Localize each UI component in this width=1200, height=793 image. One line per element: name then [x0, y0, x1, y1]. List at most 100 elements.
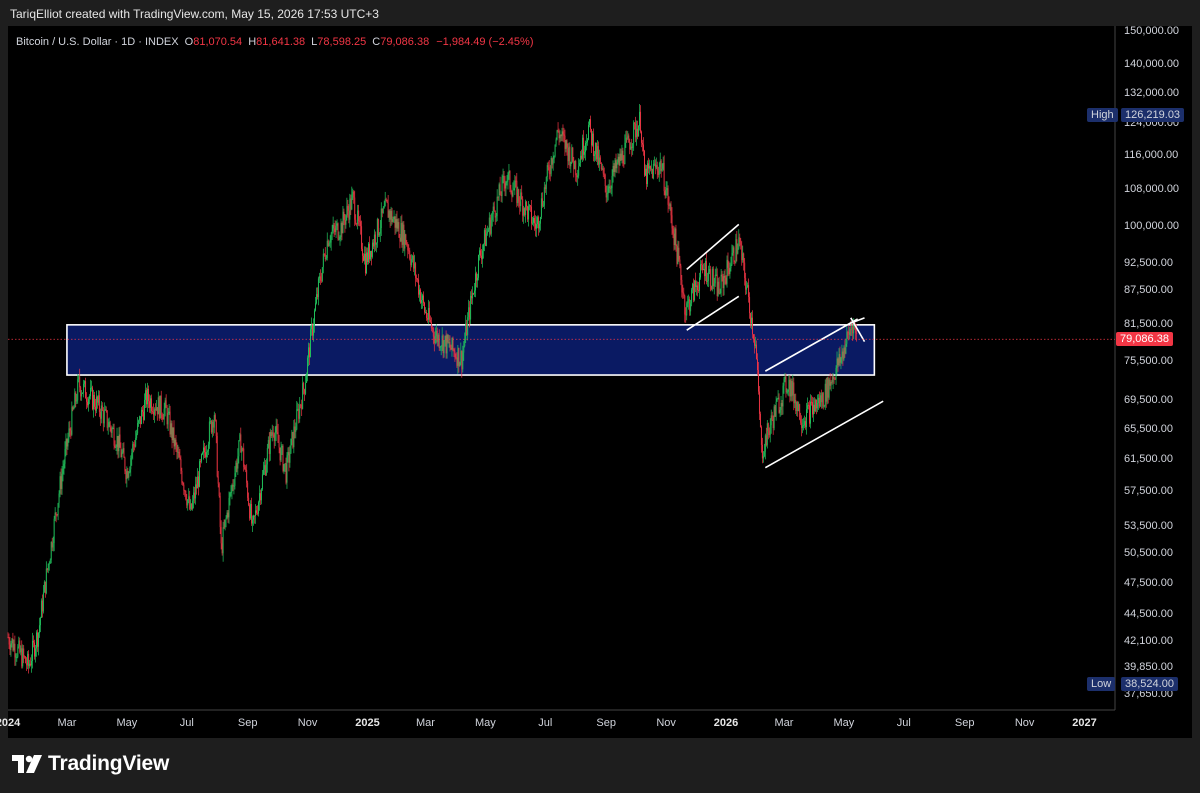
candle	[566, 138, 568, 156]
candle	[635, 116, 637, 143]
candle	[748, 278, 750, 303]
candle	[244, 464, 246, 470]
candle	[128, 471, 130, 481]
candle	[686, 301, 688, 321]
candle	[148, 394, 150, 413]
candle	[283, 464, 285, 475]
candle	[214, 413, 216, 422]
candle	[505, 180, 507, 197]
candle	[135, 430, 137, 448]
candle	[118, 427, 120, 458]
candle	[745, 272, 747, 295]
candle	[649, 165, 651, 172]
candle	[186, 494, 188, 509]
candle	[734, 260, 736, 266]
candle	[404, 229, 406, 257]
candle	[390, 206, 392, 227]
candle	[182, 481, 184, 486]
candle	[392, 216, 394, 223]
candle	[699, 272, 700, 300]
candle	[274, 426, 276, 447]
price-tick-label: 132,000.00	[1124, 86, 1180, 99]
candle	[664, 186, 666, 199]
candle	[264, 459, 266, 477]
candle	[276, 419, 278, 435]
candle	[152, 403, 154, 421]
price-tick-label: 57,500.00	[1124, 485, 1173, 498]
candle	[484, 224, 486, 247]
candle	[241, 445, 243, 461]
candle	[30, 657, 32, 667]
candle	[155, 399, 157, 412]
candle	[132, 441, 134, 460]
candle	[814, 398, 816, 413]
candle	[257, 505, 258, 516]
candle	[643, 137, 644, 156]
candle	[692, 282, 694, 294]
candle	[846, 324, 848, 347]
candle	[198, 471, 200, 496]
candle	[21, 640, 23, 669]
candle	[508, 163, 510, 180]
candle	[381, 208, 383, 218]
candle	[701, 260, 702, 271]
candle	[263, 458, 265, 475]
candle	[487, 227, 489, 233]
candle	[414, 254, 416, 276]
candle	[324, 247, 326, 262]
candle	[770, 409, 772, 434]
high-key: H	[248, 36, 257, 48]
candle	[453, 348, 455, 357]
candle	[79, 368, 81, 393]
candle	[206, 449, 208, 458]
candle	[622, 147, 624, 167]
candle	[825, 377, 827, 408]
candle	[217, 470, 219, 488]
candle	[253, 514, 255, 526]
tradingview-logo[interactable]: TradingView	[12, 752, 169, 776]
candle	[728, 261, 730, 276]
candle	[688, 294, 690, 310]
candle	[690, 299, 692, 316]
candle	[362, 242, 364, 263]
candle	[804, 415, 806, 429]
candle	[311, 317, 312, 336]
candle	[266, 443, 268, 473]
candle	[37, 629, 38, 652]
candle	[388, 209, 390, 223]
candle	[349, 193, 351, 228]
candle	[746, 281, 748, 295]
price-tick-label: 69,500.00	[1124, 394, 1173, 407]
candle	[595, 142, 597, 162]
candle	[769, 418, 771, 443]
candle	[236, 458, 238, 473]
candle	[308, 342, 310, 367]
candle	[240, 427, 242, 453]
candle	[818, 391, 820, 409]
candle	[626, 130, 628, 143]
candle	[678, 241, 680, 262]
candle	[216, 432, 218, 478]
candle	[617, 153, 619, 165]
candle	[852, 320, 854, 341]
candle	[148, 385, 149, 409]
candle	[29, 659, 31, 669]
candle	[817, 394, 819, 411]
candle	[69, 420, 71, 437]
candle	[518, 188, 520, 208]
candle	[221, 537, 223, 556]
candle	[697, 281, 698, 297]
candle	[34, 639, 35, 660]
time-tick-label: Sep	[237, 717, 258, 729]
candle	[532, 216, 533, 226]
candle	[121, 449, 123, 460]
candle	[621, 144, 623, 164]
candle	[502, 168, 504, 184]
candle	[96, 395, 98, 409]
candle	[573, 157, 575, 178]
candle	[480, 243, 481, 258]
candle	[19, 637, 21, 654]
candle	[387, 195, 389, 218]
candle	[160, 390, 162, 421]
candle	[166, 404, 168, 429]
